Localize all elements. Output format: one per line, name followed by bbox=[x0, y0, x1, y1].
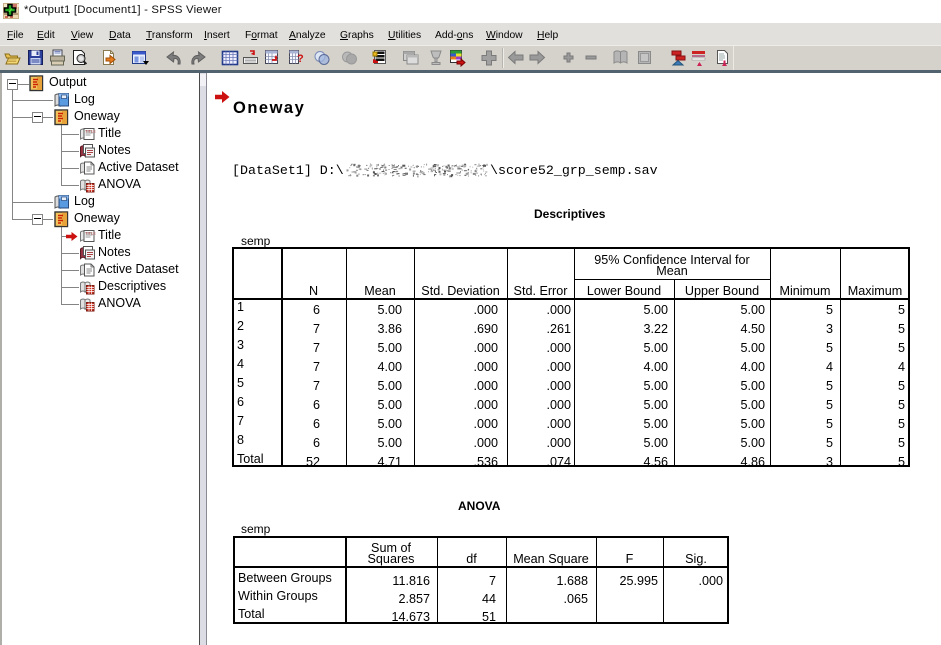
svg-text:TITLE: TITLE bbox=[85, 129, 96, 134]
svg-text:?: ? bbox=[297, 53, 304, 65]
svg-text:TITLE: TITLE bbox=[85, 231, 96, 236]
